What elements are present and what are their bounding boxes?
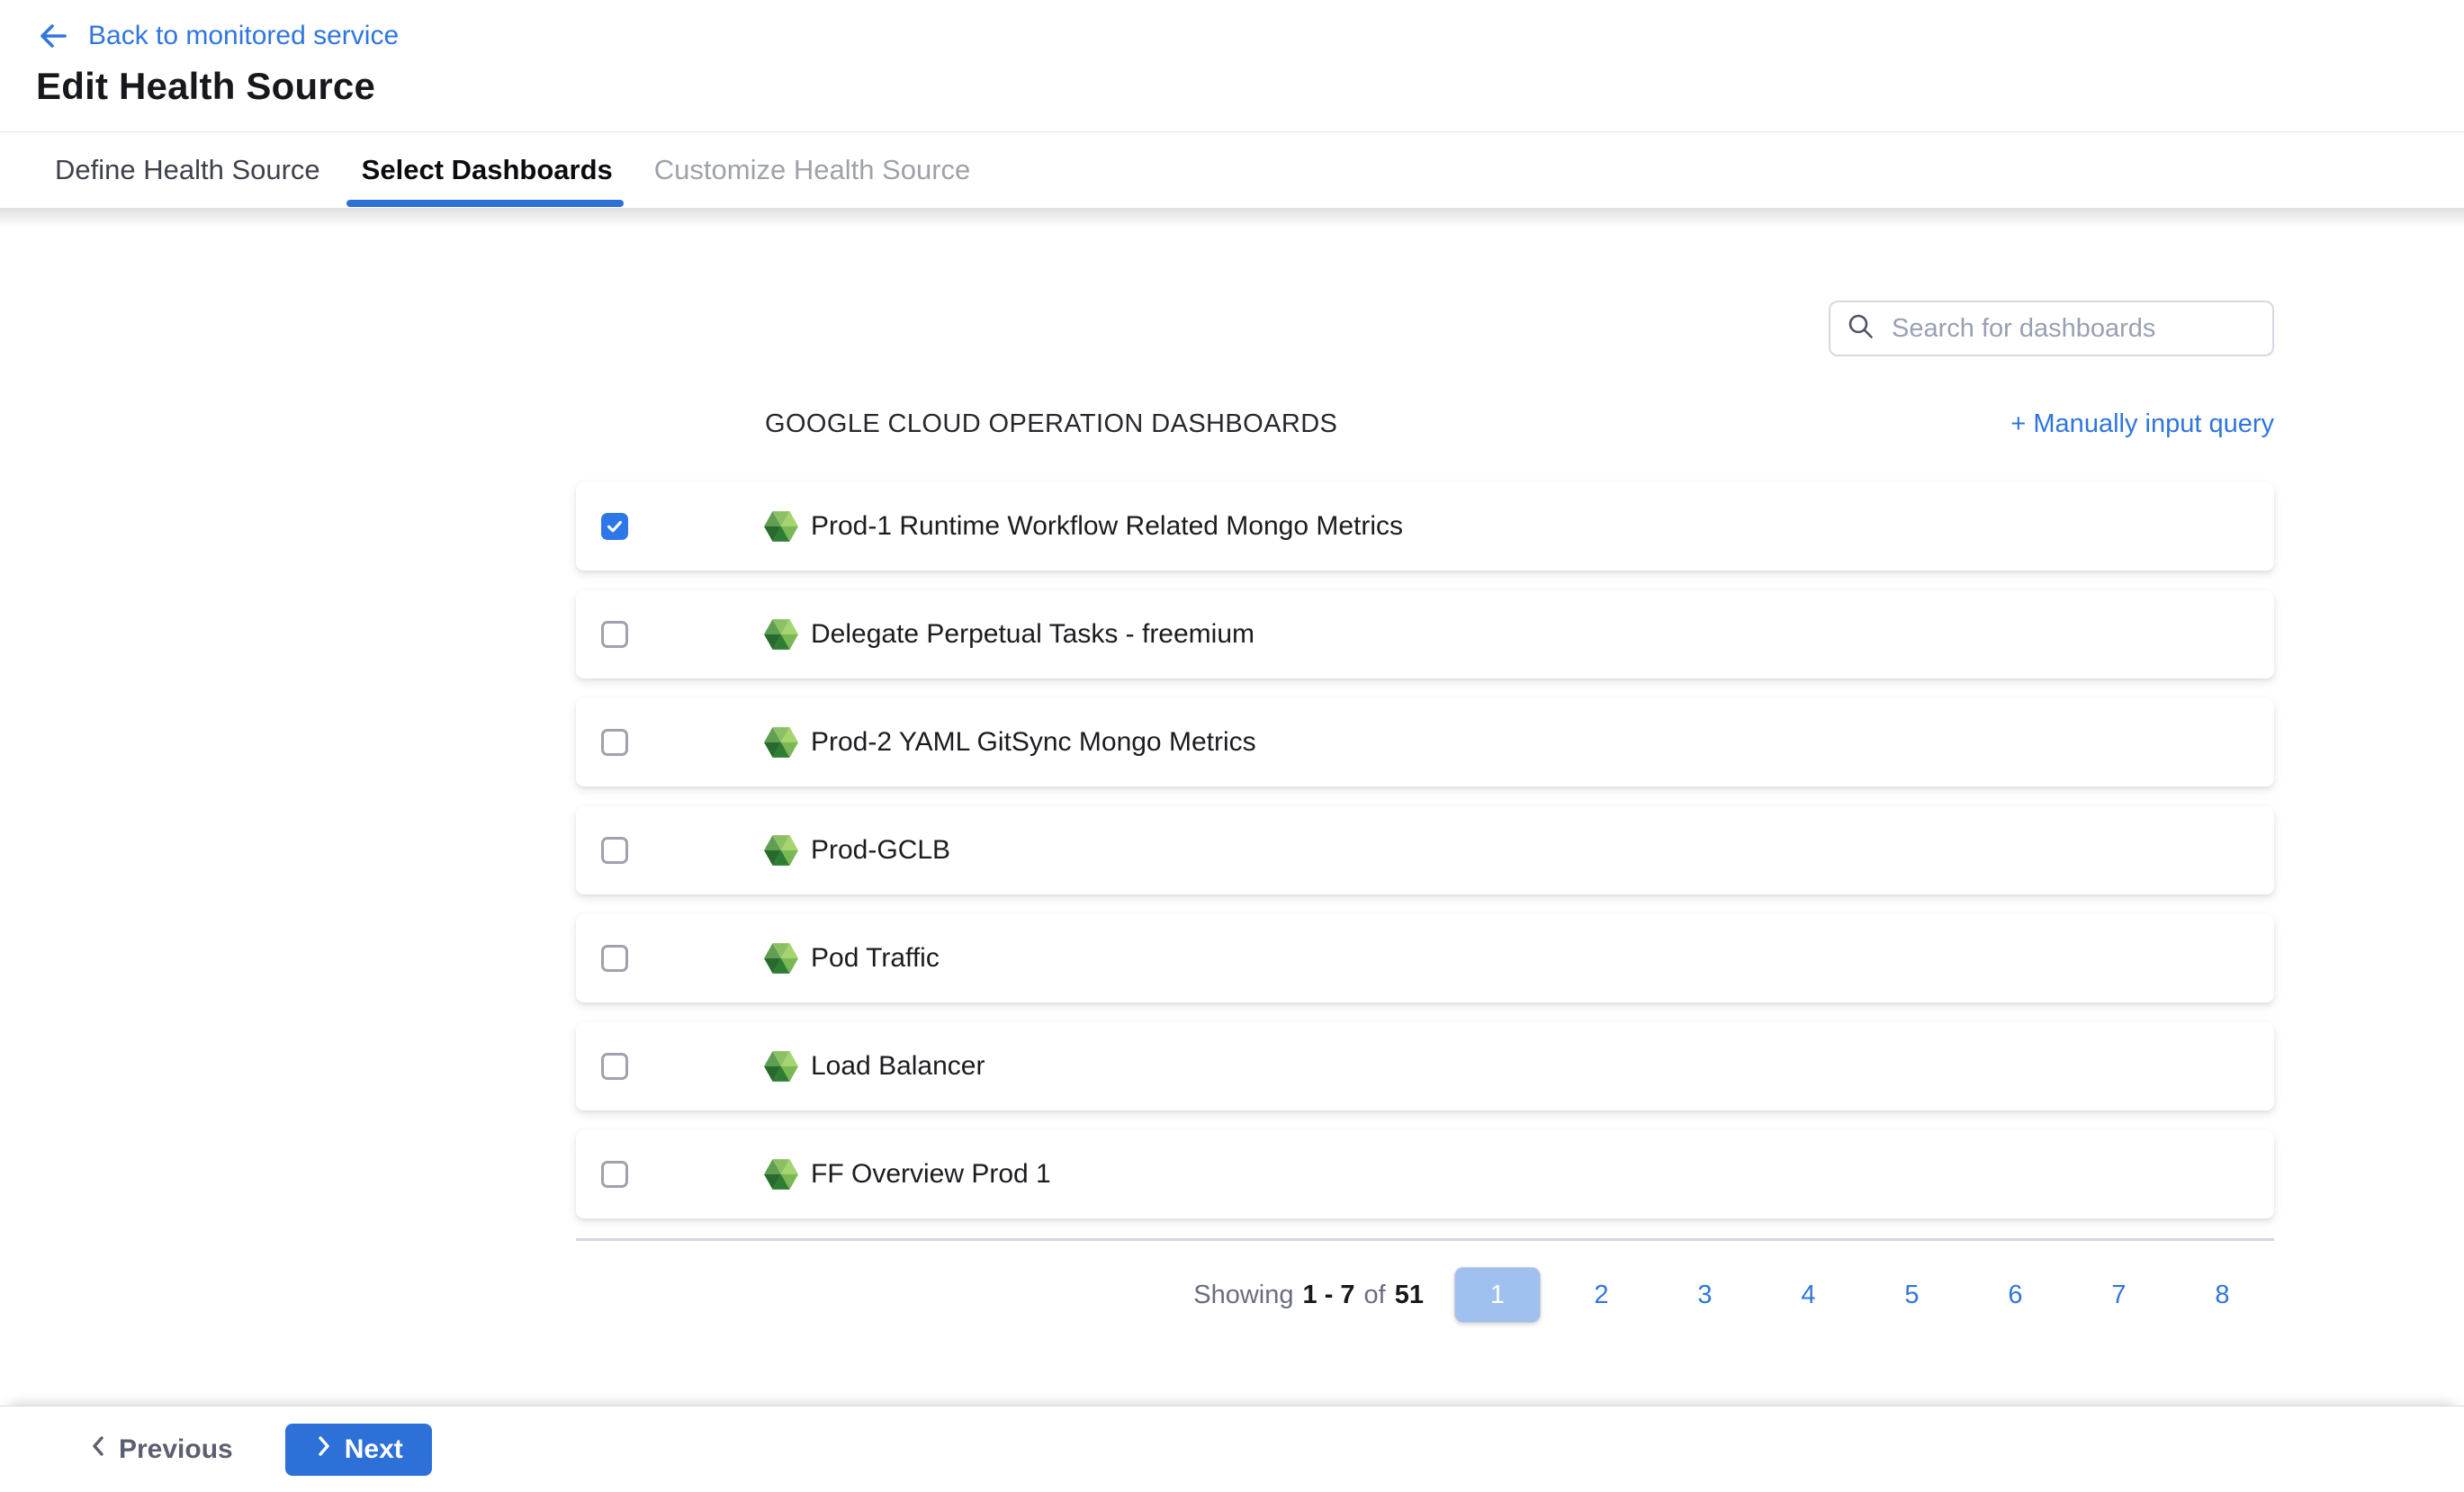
dashboard-label: Load Balancer: [811, 1051, 985, 1082]
search-input[interactable]: [1890, 313, 2256, 345]
dashboard-row[interactable]: Prod-1 Runtime Workflow Related Mongo Me…: [576, 482, 2274, 571]
dashboard-checkbox[interactable]: [601, 513, 628, 540]
dashboard-label: FF Overview Prod 1: [811, 1159, 1051, 1190]
dashboard-hexagon-icon: [764, 724, 798, 760]
back-link-label: Back to monitored service: [88, 21, 399, 51]
manually-input-query-link[interactable]: + Manually input query: [2010, 409, 2274, 439]
tab-customize-health-source[interactable]: Customize Health Source: [654, 132, 971, 207]
section-header-row: GOOGLE CLOUD OPERATION DASHBOARDS + Manu…: [576, 405, 2274, 443]
of-label: of: [1364, 1281, 1386, 1310]
dashboard-label: Prod-1 Runtime Workflow Related Mongo Me…: [811, 511, 1403, 542]
dashboard-label: Prod-2 YAML GitSync Mongo Metrics: [811, 727, 1256, 758]
total-count: 51: [1395, 1281, 1424, 1310]
page-button-2[interactable]: 2: [1550, 1267, 1653, 1323]
dashboard-row[interactable]: FF Overview Prod 1: [576, 1130, 2274, 1218]
dashboard-label: Pod Traffic: [811, 943, 940, 974]
dashboard-row[interactable]: Load Balancer: [576, 1022, 2274, 1110]
dashboard-row[interactable]: Prod-GCLB: [576, 806, 2274, 894]
page-button-7[interactable]: 7: [2067, 1267, 2171, 1323]
dashboard-checkbox[interactable]: [601, 729, 628, 756]
page-button-8[interactable]: 8: [2171, 1267, 2274, 1323]
dashboard-list: Prod-1 Runtime Workflow Related Mongo Me…: [576, 482, 2274, 1238]
dashboard-checkbox[interactable]: [601, 837, 628, 864]
page-button-6[interactable]: 6: [1964, 1267, 2067, 1323]
page-header: Back to monitored service Edit Health So…: [0, 0, 2464, 131]
dashboard-hexagon-icon: [764, 1048, 798, 1084]
dashboard-label: Delegate Perpetual Tasks - freemium: [811, 619, 1254, 650]
dashboard-label: Prod-GCLB: [811, 835, 950, 866]
dashboard-hexagon-icon: [764, 940, 798, 976]
dashboard-search-box[interactable]: [1829, 301, 2274, 356]
page-title: Edit Health Source: [36, 65, 375, 108]
next-label: Next: [345, 1434, 403, 1465]
dashboard-hexagon-icon: [764, 832, 798, 868]
search-icon: [1847, 312, 1875, 346]
chevron-left-icon: [88, 1434, 108, 1465]
previous-button[interactable]: Previous: [88, 1434, 233, 1465]
showing-label: Showing: [1193, 1281, 1293, 1310]
dashboard-hexagon-icon: [764, 616, 798, 652]
tab-define-health-source[interactable]: Define Health Source: [55, 132, 320, 207]
dashboard-row[interactable]: Pod Traffic: [576, 914, 2274, 1002]
dashboard-row[interactable]: Delegate Perpetual Tasks - freemium: [576, 590, 2274, 679]
edit-health-source-page: Back to monitored service Edit Health So…: [0, 0, 2464, 1492]
next-button[interactable]: Next: [285, 1424, 432, 1476]
pagination-summary: Showing 1 - 7 of 51: [1193, 1281, 1424, 1310]
dashboard-checkbox[interactable]: [601, 1161, 628, 1188]
tab-select-dashboards[interactable]: Select Dashboards: [362, 132, 613, 207]
page-button-5[interactable]: 5: [1860, 1267, 1964, 1323]
dashboard-row[interactable]: Prod-2 YAML GitSync Mongo Metrics: [576, 698, 2274, 786]
footer-bar: Previous Next: [0, 1406, 2464, 1492]
dashboard-hexagon-icon: [764, 508, 798, 544]
dashboard-checkbox[interactable]: [601, 945, 628, 972]
chevron-right-icon: [314, 1434, 334, 1465]
page-button-3[interactable]: 3: [1653, 1267, 1757, 1323]
previous-label: Previous: [119, 1434, 233, 1465]
back-to-monitored-service-link[interactable]: Back to monitored service: [34, 20, 399, 52]
showing-range: 1 - 7: [1303, 1281, 1355, 1310]
pagination: Showing 1 - 7 of 51 1 2 3 4 5 6 7 8: [576, 1265, 2274, 1325]
page-button-4[interactable]: 4: [1757, 1267, 1860, 1323]
list-bottom-divider: [576, 1238, 2274, 1241]
dashboard-checkbox[interactable]: [601, 621, 628, 648]
health-source-tabbar: Define Health Source Select Dashboards C…: [0, 131, 2464, 207]
page-button-1[interactable]: 1: [1454, 1267, 1541, 1323]
back-arrow-icon: [34, 20, 70, 52]
dashboard-checkbox[interactable]: [601, 1053, 628, 1080]
dashboard-hexagon-icon: [764, 1156, 798, 1192]
section-title: GOOGLE CLOUD OPERATION DASHBOARDS: [765, 409, 1337, 439]
